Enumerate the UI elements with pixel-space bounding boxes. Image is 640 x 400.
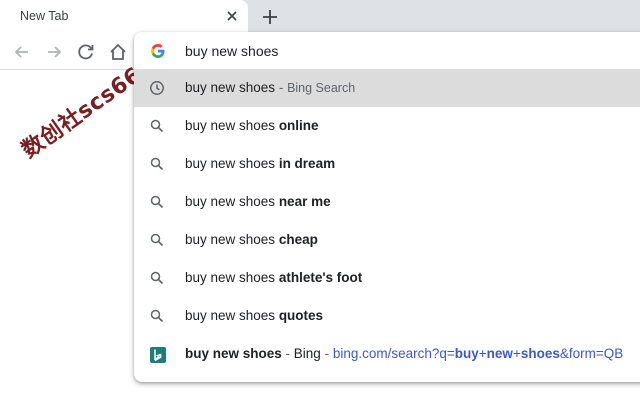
- suggestion-row-history[interactable]: buy new shoes - Bing Search: [134, 69, 640, 107]
- watermark: 数创社scs66: [17, 62, 147, 164]
- suggestion-completion: quotes: [278, 308, 324, 323]
- search-icon: [149, 232, 165, 248]
- suggestion-completion: in dream: [278, 156, 336, 171]
- search-icon: [149, 118, 165, 134]
- suggestion-secondary: Bing Search: [287, 81, 356, 95]
- search-icon: [149, 156, 165, 172]
- suggestion-text: buy new shoes: [185, 80, 276, 95]
- suggestion-completion: online: [278, 118, 319, 133]
- omnibox-query[interactable]: buy new shoes: [185, 43, 278, 59]
- bookmark-url-separator: -: [320, 346, 333, 361]
- suggestion-separator: -: [275, 80, 288, 95]
- google-g-icon: [150, 43, 166, 59]
- forward-arrow-icon[interactable]: [42, 40, 66, 64]
- suggestion-completion: athlete's foot: [278, 270, 363, 285]
- suggestion-completion: near me: [278, 194, 331, 209]
- omnibox-dropdown: buy new shoes buy new shoes - Bing Searc…: [134, 32, 640, 382]
- search-icon: [149, 194, 165, 210]
- suggestion-prefix: buy new shoes: [185, 118, 279, 133]
- suggestion-row[interactable]: buy new shoes in dream: [134, 145, 640, 183]
- tab-title: New Tab: [20, 9, 69, 23]
- bookmark-title: buy new shoes: [185, 346, 282, 361]
- close-icon[interactable]: [222, 6, 242, 26]
- omnibox-input-row[interactable]: buy new shoes: [134, 32, 640, 69]
- search-icon: [149, 308, 165, 324]
- suggestion-row[interactable]: buy new shoes online: [134, 107, 640, 145]
- bing-logo-icon: [150, 347, 166, 363]
- suggestion-row[interactable]: buy new shoes quotes: [134, 297, 640, 335]
- suggestion-prefix: buy new shoes: [185, 156, 279, 171]
- suggestion-row[interactable]: buy new shoes near me: [134, 183, 640, 221]
- tab-new-tab[interactable]: New Tab: [0, 0, 248, 33]
- suggestion-row[interactable]: buy new shoes athlete's foot: [134, 259, 640, 297]
- reload-icon[interactable]: [74, 40, 98, 64]
- bookmark-separator: -: [281, 346, 294, 361]
- suggestion-prefix: buy new shoes: [185, 270, 279, 285]
- bookmark-site: Bing: [293, 346, 321, 361]
- back-arrow-icon[interactable]: [10, 40, 34, 64]
- suggestion-prefix: buy new shoes: [185, 232, 279, 247]
- suggestion-list: buy new shoes - Bing Search buy new shoe…: [134, 69, 640, 373]
- search-icon: [149, 270, 165, 286]
- suggestion-completion: cheap: [278, 232, 318, 247]
- suggestion-row[interactable]: buy new shoes cheap: [134, 221, 640, 259]
- suggestion-prefix: buy new shoes: [185, 308, 279, 323]
- tab-strip: New Tab: [0, 0, 640, 33]
- suggestion-prefix: buy new shoes: [185, 194, 279, 209]
- suggestion-row-bing-site[interactable]: buy new shoes - Bing - bing.com/search?q…: [134, 335, 640, 373]
- bookmark-url: bing.com/search?q=buy+new+shoes&form=QB: [332, 346, 624, 361]
- clock-icon: [149, 80, 165, 96]
- new-tab-plus-icon[interactable]: [258, 5, 282, 29]
